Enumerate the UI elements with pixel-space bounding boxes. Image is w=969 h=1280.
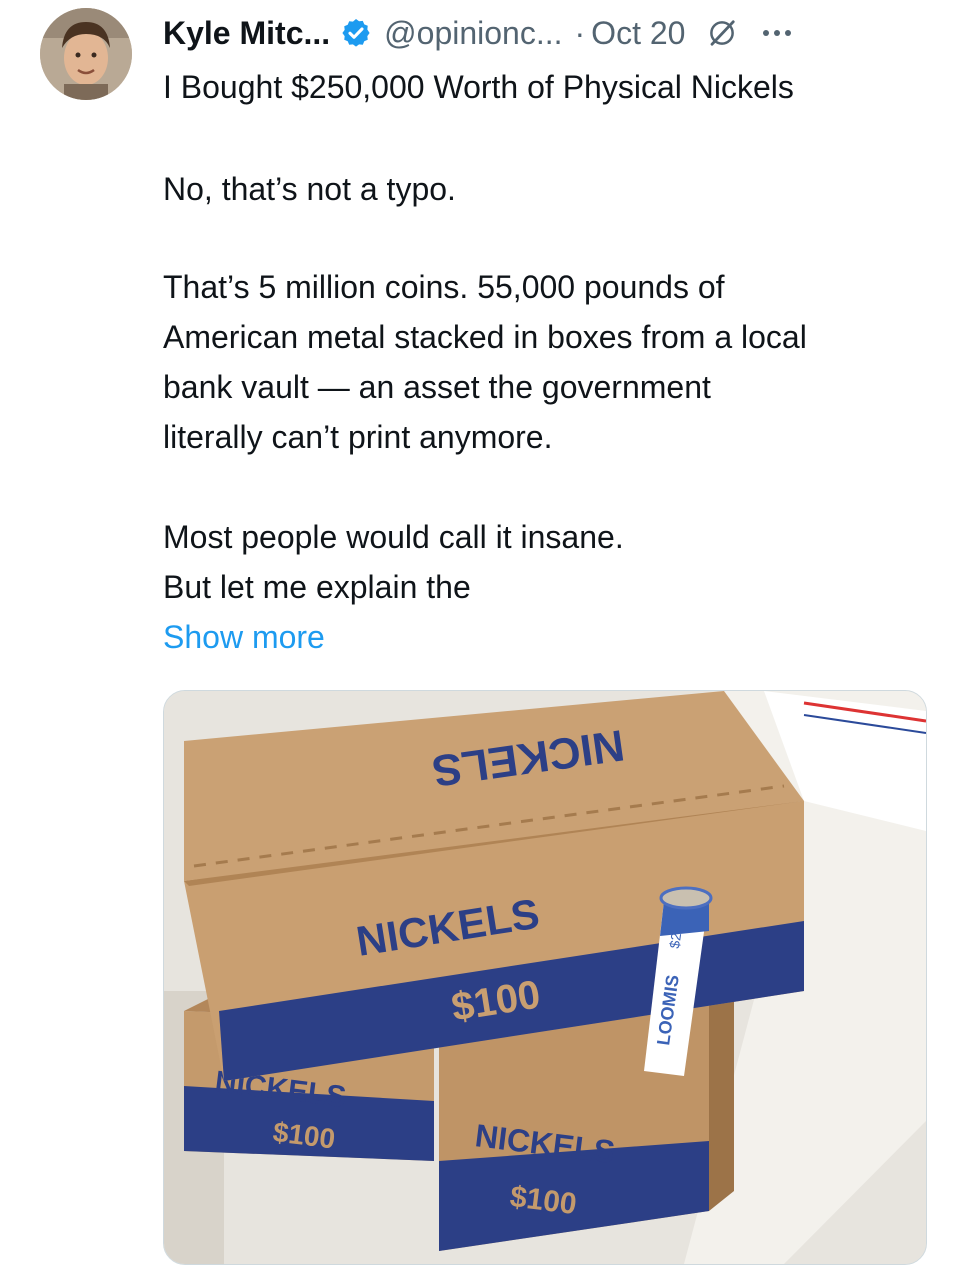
tweet-header: Kyle Mitc... @opinionc... · Oct 20 (163, 10, 792, 56)
tweet-media-photo[interactable]: NICKELS $100 NICKELS $100 NICKELS NICKEL… (163, 690, 927, 1265)
tweet-paragraph-2-line-3: bank vault — an asset the government (163, 369, 711, 405)
tweet-paragraph-2-line-4: literally can’t print anymore. (163, 419, 553, 455)
tweet-paragraph-3-line-1: Most people would call it insane. (163, 519, 624, 555)
author-handle[interactable]: @opinionc... (384, 15, 562, 52)
show-more-link[interactable]: Show more (163, 612, 325, 662)
tweet-date[interactable]: Oct 20 (591, 15, 685, 52)
separator-dot: · (574, 14, 586, 51)
tweet-title-line: I Bought $250,000 Worth of Physical Nick… (163, 69, 794, 105)
verified-badge-icon (340, 17, 372, 49)
grok-icon[interactable] (707, 18, 737, 48)
coin-roll-value: $2 (666, 932, 684, 950)
tweet-paragraph-2-line-1: That’s 5 million coins. 55,000 pounds of (163, 269, 725, 305)
tweet-paragraph-2-line-2: American metal stacked in boxes from a l… (163, 319, 807, 355)
more-options-icon[interactable] (763, 30, 792, 36)
tweet-paragraph-1: No, that’s not a typo. (163, 171, 456, 207)
author-avatar[interactable] (40, 8, 132, 100)
tweet-paragraph-3-line-2: But let me explain the (163, 569, 471, 605)
author-name[interactable]: Kyle Mitc... (163, 15, 330, 52)
